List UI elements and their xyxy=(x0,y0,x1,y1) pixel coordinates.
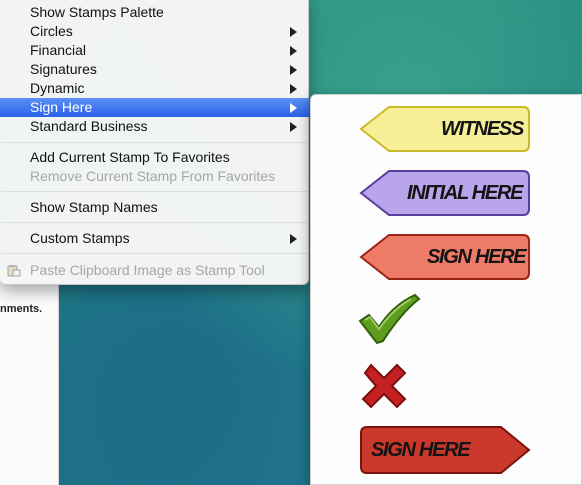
submenu-arrow-icon xyxy=(290,65,297,75)
menu-item-sign-here[interactable]: Sign Here xyxy=(0,98,309,117)
stamp-sign-here-right[interactable]: SIGN HERE xyxy=(359,424,531,476)
submenu-arrow-icon xyxy=(290,84,297,94)
stamp-sign-here-left[interactable]: SIGN HERE xyxy=(359,232,531,282)
menu-item-label: Signatures xyxy=(30,61,97,77)
menu-item-label: Circles xyxy=(30,23,73,39)
menu-item-remove-from-favorites: Remove Current Stamp From Favorites xyxy=(0,167,309,186)
menu-item-standard-business[interactable]: Standard Business xyxy=(0,117,309,136)
menu-item-signatures[interactable]: Signatures xyxy=(0,60,309,79)
menu-item-financial[interactable]: Financial xyxy=(0,41,309,60)
menu-item-add-to-favorites[interactable]: Add Current Stamp To Favorites xyxy=(0,148,309,167)
menu-item-label: Show Stamp Names xyxy=(30,199,158,215)
menu-item-label: Custom Stamps xyxy=(30,230,130,246)
clipboard-icon xyxy=(7,265,21,277)
stamp-label: SIGN HERE xyxy=(427,245,527,268)
stamp-initial-here[interactable]: INITIAL HERE xyxy=(359,168,531,218)
menu-item-dynamic[interactable]: Dynamic xyxy=(0,79,309,98)
sign-here-stamp-palette: WITNESS INITIAL HERE SIGN HERE SIGN HERE xyxy=(310,94,582,485)
menu-separator xyxy=(1,142,308,143)
cross-stamp[interactable] xyxy=(359,361,409,411)
check-mark-icon xyxy=(358,293,421,345)
stamp-witness[interactable]: WITNESS xyxy=(359,104,531,154)
menu-separator xyxy=(1,191,308,192)
menu-item-paste-clipboard-image: Paste Clipboard Image as Stamp Tool xyxy=(0,261,309,280)
document-page: nments. xyxy=(0,270,59,485)
menu-item-circles[interactable]: Circles xyxy=(0,22,309,41)
menu-item-label: Show Stamps Palette xyxy=(30,4,164,20)
stamp-label: SIGN HERE xyxy=(371,438,471,461)
submenu-arrow-icon xyxy=(290,122,297,132)
menu-item-label: Sign Here xyxy=(30,99,93,115)
menu-item-show-stamp-names[interactable]: Show Stamp Names xyxy=(0,198,309,217)
stamps-context-menu: Show Stamps Palette Circles Financial Si… xyxy=(0,0,309,285)
menu-item-label: Add Current Stamp To Favorites xyxy=(30,149,230,165)
menu-item-label: Paste Clipboard Image as Stamp Tool xyxy=(30,262,265,278)
menu-item-label: Remove Current Stamp From Favorites xyxy=(30,168,276,184)
menu-item-custom-stamps[interactable]: Custom Stamps xyxy=(0,229,309,248)
submenu-arrow-icon xyxy=(290,103,297,113)
cross-icon xyxy=(361,363,407,409)
menu-item-label: Standard Business xyxy=(30,118,148,134)
menu-separator xyxy=(1,253,308,254)
menu-item-label: Dynamic xyxy=(30,80,85,96)
menu-separator xyxy=(1,222,308,223)
stamp-label: WITNESS xyxy=(441,117,524,140)
stamp-label: INITIAL HERE xyxy=(407,181,523,204)
document-text: nments. xyxy=(0,303,43,315)
submenu-arrow-icon xyxy=(290,234,297,244)
submenu-arrow-icon xyxy=(290,27,297,37)
menu-item-show-stamps-palette[interactable]: Show Stamps Palette xyxy=(0,3,309,22)
submenu-arrow-icon xyxy=(290,46,297,56)
menu-item-label: Financial xyxy=(30,42,87,58)
check-mark-stamp[interactable] xyxy=(357,293,421,345)
